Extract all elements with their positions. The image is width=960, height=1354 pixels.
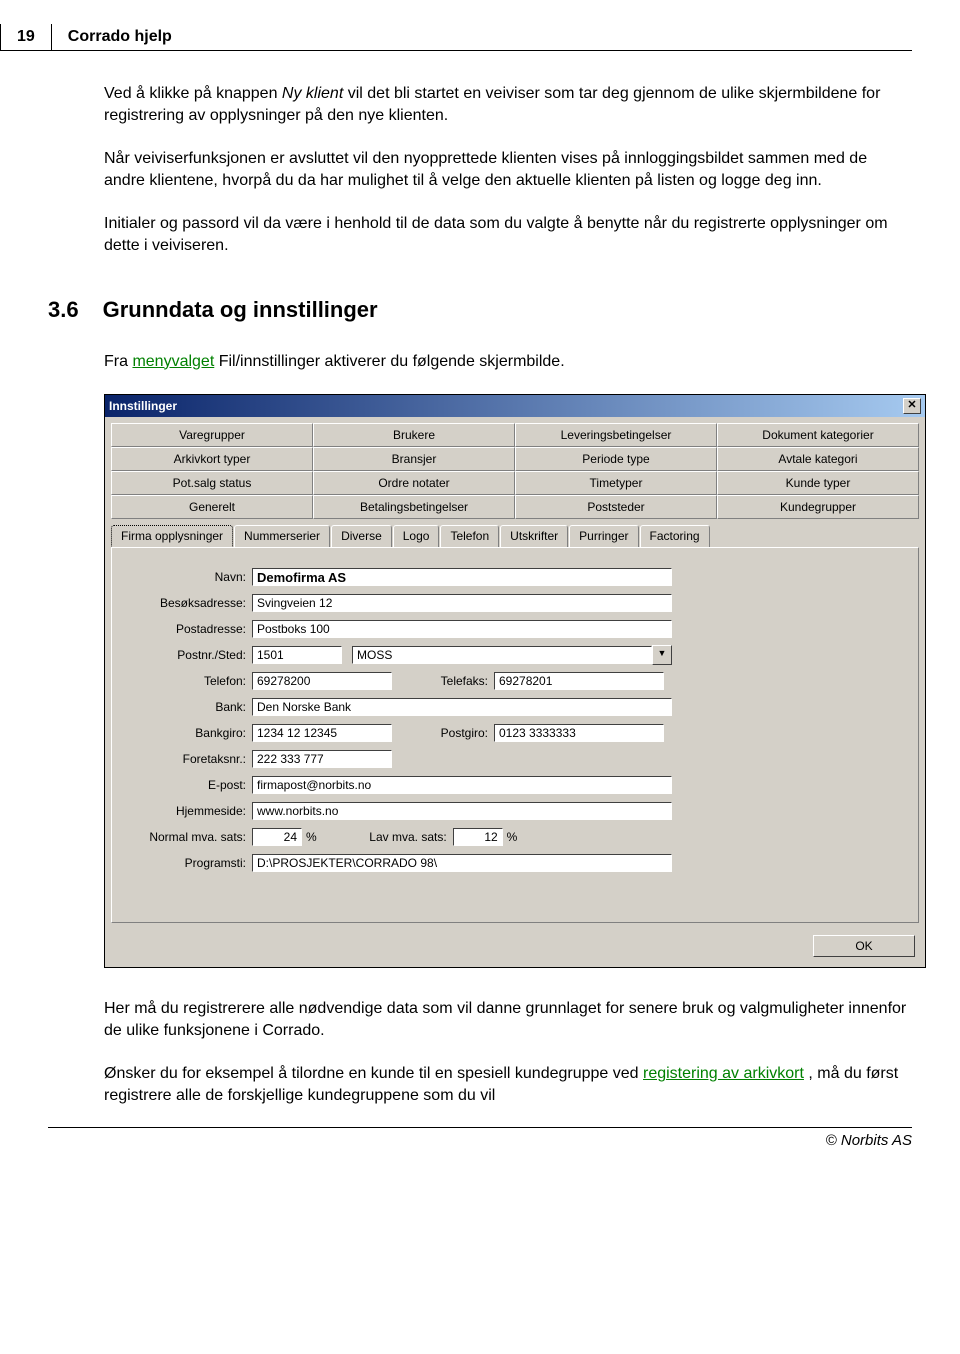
label-bank: Bank:	[126, 700, 252, 714]
text: Fil/innstillinger aktiverer du følgende …	[214, 353, 564, 370]
text: Fra	[104, 353, 132, 370]
top-tab-strip: Varegrupper Brukere Leveringsbetingelser…	[105, 417, 925, 519]
hjemmeside-input[interactable]	[252, 802, 672, 820]
page-footer: © Norbits AS	[48, 1127, 912, 1149]
subtab-telefon[interactable]: Telefon	[440, 525, 499, 547]
tab-kunde-typer[interactable]: Kunde typer	[717, 471, 919, 495]
label-mva: Normal mva. sats:	[126, 830, 252, 844]
link-registering[interactable]: registering av arkivkort	[643, 1065, 804, 1082]
telefaks-input[interactable]	[494, 672, 664, 690]
page-title: Corrado hjelp	[52, 24, 912, 51]
label-epost: E-post:	[126, 778, 252, 792]
label-postgiro: Postgiro:	[392, 726, 494, 740]
label-hjemmeside: Hjemmeside:	[126, 804, 252, 818]
label-post: Postadresse:	[126, 622, 252, 636]
label-telefon: Telefon:	[126, 674, 252, 688]
postadresse-input[interactable]	[252, 620, 672, 638]
body-paragraph: Ved å klikke på knappen Ny klient vil de…	[104, 83, 912, 126]
label-lavmva: Lav mva. sats:	[321, 830, 453, 844]
tab-varegrupper[interactable]: Varegrupper	[111, 423, 313, 447]
settings-dialog: Innstillinger ✕ Varegrupper Brukere Leve…	[104, 394, 926, 968]
postgiro-input[interactable]	[494, 724, 664, 742]
ok-button[interactable]: OK	[813, 935, 915, 957]
pct-symbol: %	[503, 830, 522, 844]
tab-leveringsbetingelser[interactable]: Leveringsbetingelser	[515, 423, 717, 447]
chevron-down-icon[interactable]: ▼	[652, 645, 672, 665]
subtab-utskrifter[interactable]: Utskrifter	[500, 525, 568, 547]
tab-brukere[interactable]: Brukere	[313, 423, 515, 447]
label-navn: Navn:	[126, 570, 252, 584]
tab-periode-type[interactable]: Periode type	[515, 447, 717, 471]
postnr-input[interactable]	[252, 646, 342, 664]
section-heading: 3.6 Grunndata og innstillinger	[48, 297, 912, 323]
label-postnr: Postnr./Sted:	[126, 648, 252, 662]
body-paragraph: Initialer og passord vil da være i henho…	[104, 213, 912, 256]
telefon-input[interactable]	[252, 672, 392, 690]
body-paragraph: Her må du registrerere alle nødvendige d…	[104, 998, 912, 1041]
tab-potsalg-status[interactable]: Pot.salg status	[111, 471, 313, 495]
text: Ønsker du for eksempel å tilordne en kun…	[104, 1065, 643, 1082]
dialog-titlebar: Innstillinger ✕	[105, 395, 925, 417]
subtab-factoring[interactable]: Factoring	[640, 525, 710, 547]
subtab-nummerserier[interactable]: Nummerserier	[234, 525, 330, 547]
programsti-input[interactable]	[252, 854, 672, 872]
tab-timetyper[interactable]: Timetyper	[515, 471, 717, 495]
bankgiro-input[interactable]	[252, 724, 392, 742]
section-title: Grunndata og innstillinger	[103, 297, 378, 323]
body-paragraph: Når veiviserfunksjonen er avsluttet vil …	[104, 148, 912, 191]
body-paragraph: Fra menyvalget Fil/innstillinger aktiver…	[104, 351, 912, 373]
text: Ved å klikke på knappen	[104, 85, 282, 102]
tab-ordre-notater[interactable]: Ordre notater	[313, 471, 515, 495]
label-programsti: Programsti:	[126, 856, 252, 870]
foretaksnr-input[interactable]	[252, 750, 392, 768]
section-number: 3.6	[48, 297, 79, 323]
link-menyvalget[interactable]: menyvalget	[132, 353, 214, 370]
page-number: 19	[0, 24, 52, 51]
page-header: 19 Corrado hjelp	[0, 24, 912, 51]
sted-input[interactable]	[352, 646, 652, 664]
pct-symbol: %	[302, 830, 321, 844]
tab-arkivkort-typer[interactable]: Arkivkort typer	[111, 447, 313, 471]
tab-bransjer[interactable]: Bransjer	[313, 447, 515, 471]
tab-kundegrupper[interactable]: Kundegrupper	[717, 495, 919, 519]
subtab-purringer[interactable]: Purringer	[569, 525, 638, 547]
epost-input[interactable]	[252, 776, 672, 794]
subtab-diverse[interactable]: Diverse	[331, 525, 392, 547]
besoksadresse-input[interactable]	[252, 594, 672, 612]
label-besok: Besøksadresse:	[126, 596, 252, 610]
lavmva-input[interactable]	[453, 828, 503, 846]
label-bankgiro: Bankgiro:	[126, 726, 252, 740]
sub-tab-strip: Firma opplysninger Nummerserier Diverse …	[111, 525, 919, 547]
dialog-title: Innstillinger	[109, 399, 177, 413]
subtab-firma-opplysninger[interactable]: Firma opplysninger	[111, 525, 233, 547]
italic-text: Ny klient	[282, 85, 343, 102]
tab-generelt[interactable]: Generelt	[111, 495, 313, 519]
navn-input[interactable]	[252, 568, 672, 586]
mva-input[interactable]	[252, 828, 302, 846]
tab-avtale-kategori[interactable]: Avtale kategori	[717, 447, 919, 471]
label-foretaksnr: Foretaksnr.:	[126, 752, 252, 766]
close-icon[interactable]: ✕	[903, 398, 921, 414]
bank-input[interactable]	[252, 698, 672, 716]
form-area: Navn: Besøksadresse: Postadresse: Postnr…	[111, 547, 919, 923]
body-paragraph: Ønsker du for eksempel å tilordne en kun…	[104, 1063, 912, 1106]
tab-poststeder[interactable]: Poststeder	[515, 495, 717, 519]
label-telefaks: Telefaks:	[392, 674, 494, 688]
tab-dokument-kategorier[interactable]: Dokument kategorier	[717, 423, 919, 447]
tab-betalingsbetingelser[interactable]: Betalingsbetingelser	[313, 495, 515, 519]
subtab-logo[interactable]: Logo	[393, 525, 440, 547]
